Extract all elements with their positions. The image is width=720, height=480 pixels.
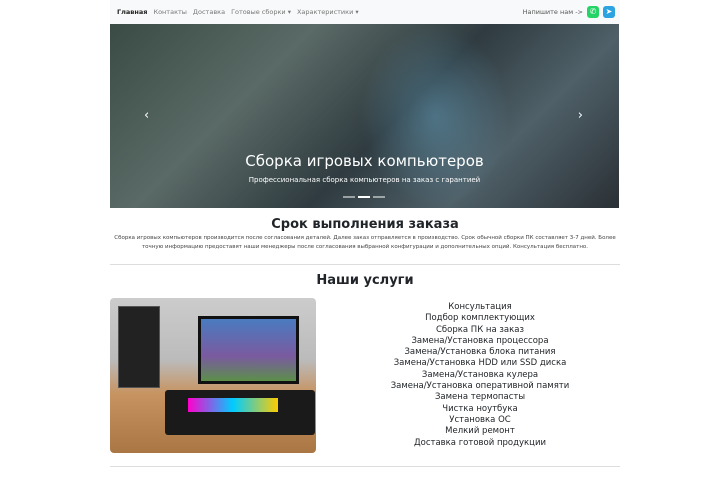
service-item: Установка ОС (449, 414, 511, 425)
service-item: Сборка ПК на заказ (435, 324, 524, 335)
whatsapp-icon[interactable]: ✆ (587, 6, 599, 18)
divider (110, 264, 620, 265)
nav-home[interactable]: Главная (117, 8, 147, 16)
divider (110, 466, 620, 467)
telegram-icon[interactable]: ➤ (603, 6, 615, 18)
hero-subtitle: Профессиональная сборка компьютеров на з… (248, 176, 481, 184)
indicator[interactable] (358, 196, 370, 198)
hero-title: Сборка игровых компьютеров (245, 152, 484, 170)
service-item: Доставка готовой продукции (413, 437, 546, 448)
service-item: Замена/Установка кулера (421, 369, 539, 380)
service-item: Замена термопасты (434, 392, 526, 403)
nav-specs-dropdown[interactable]: Характеристики ▾ (297, 8, 359, 16)
services-list: Консультация Подбор комплектующих Сборка… (370, 302, 590, 449)
service-item: Чистка ноутбука (442, 403, 518, 414)
order-title: Срок выполнения заказа (271, 217, 459, 232)
nav-contacts[interactable]: Контакты (153, 8, 186, 16)
indicator[interactable] (343, 196, 355, 198)
navbar: Главная Контакты Доставка Готовые сборки… (110, 0, 620, 24)
service-item: Подбор комплектующих (425, 313, 535, 324)
service-item: Замена/Установка оперативной памяти (390, 381, 570, 392)
services-title: Наши услуги (316, 273, 414, 288)
service-item: Замена/Установка HDD или SSD диска (393, 358, 567, 369)
order-text: Сборка игровых компьютеров производится … (114, 235, 616, 250)
hero-carousel: ‹ › Сборка игровых компьютеров Профессио… (110, 24, 619, 208)
gaming-setup-photo (110, 298, 316, 453)
carousel-prev-button[interactable]: ‹ (144, 108, 149, 123)
contact-label: Напишите нам -> (522, 8, 583, 16)
indicator[interactable] (373, 196, 385, 198)
nav-builds-dropdown[interactable]: Готовые сборки ▾ (231, 8, 291, 16)
service-item: Мелкий ремонт (445, 426, 515, 437)
service-item: Консультация (448, 302, 512, 312)
carousel-next-button[interactable]: › (578, 108, 583, 123)
service-item: Замена/Установка процессора (411, 335, 549, 346)
service-item: Замена/Установка блока питания (404, 347, 556, 358)
nav-delivery[interactable]: Доставка (193, 8, 225, 16)
carousel-indicators (343, 196, 385, 198)
